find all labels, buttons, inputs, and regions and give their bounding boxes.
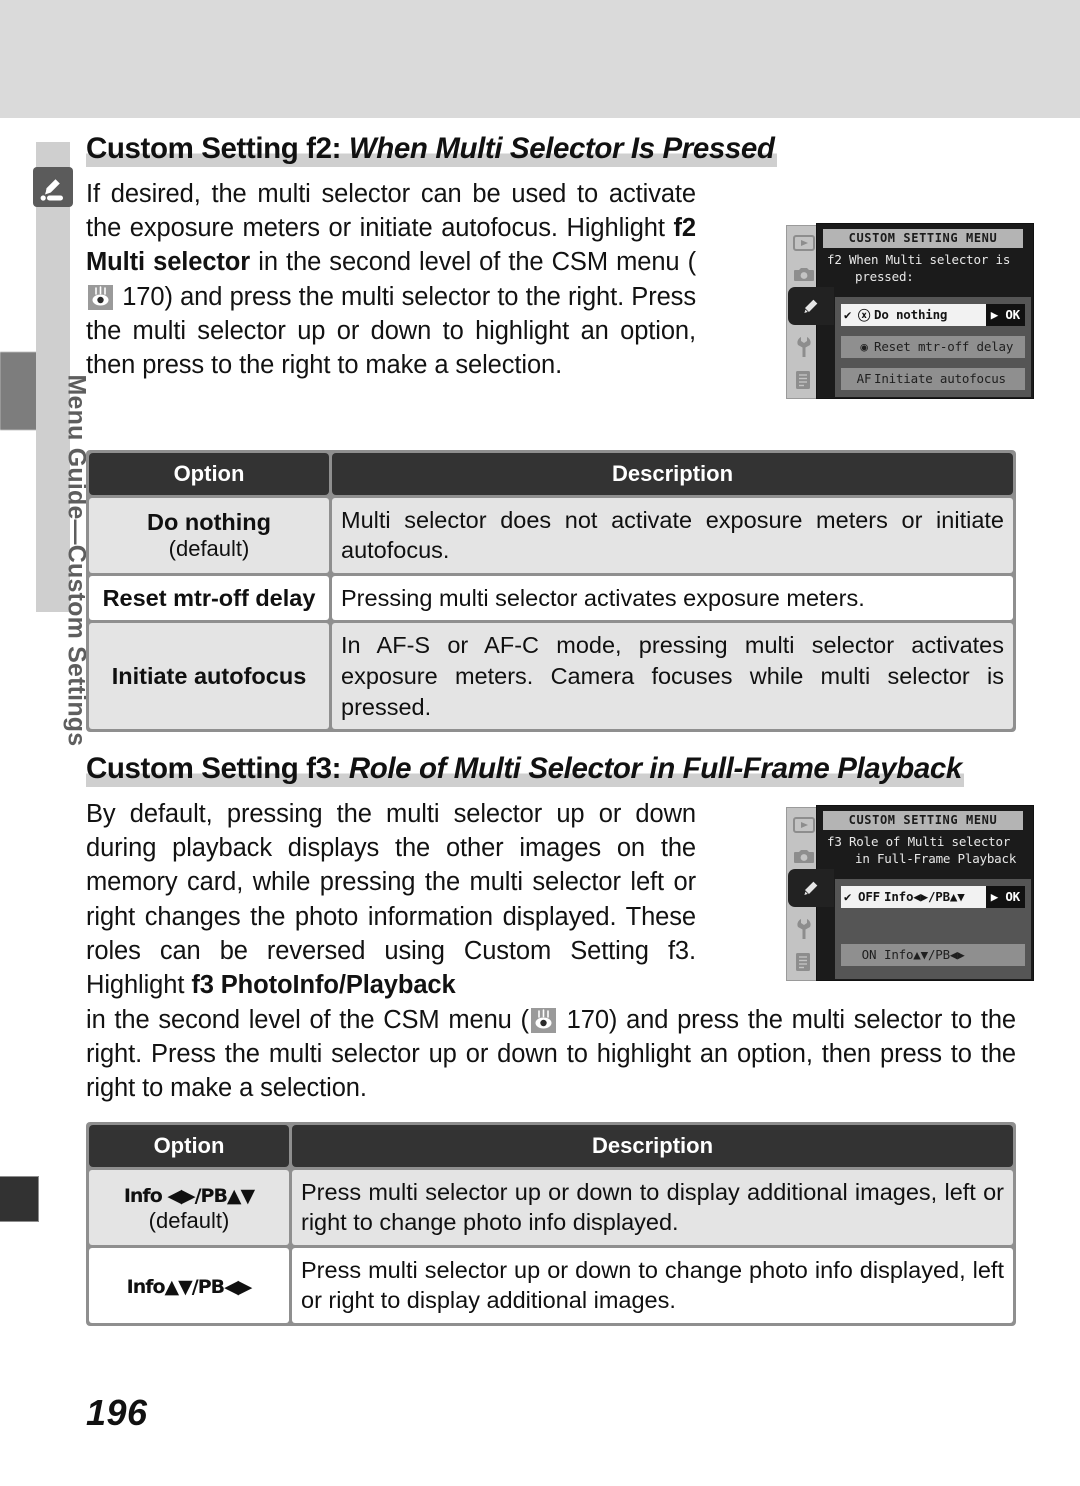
lcd-options-panel-f2: ✔ ⓧ Do nothing ▶ OK ◉ Reset mtr-off dela… [835,296,1031,397]
lcd-prompt-line2-f3: in Full-Frame Playback [855,850,1017,866]
lcd-prompt-f2: f2 When Multi selector is pressed: [827,251,1032,285]
lcd-ok-badge-f2[interactable]: ▶ OK [985,303,1025,326]
wrench-icon [792,918,816,940]
playback-icon [792,814,816,836]
table-header-description-f3: Description [292,1124,1013,1167]
pencil-tab-icon [33,167,73,207]
lcd-illustration-f3: CUSTOM SETTING MENU f3 Role of Multi sel… [786,804,1034,981]
lcd-check-mark-f2: ✔ [843,307,852,323]
options-table-f3: Option Description Info ◀▶/PB▲▼ (default… [86,1121,1016,1326]
option-cell-f3-0: Info ◀▶/PB▲▼ (default) [89,1169,289,1245]
option-cell-f2-0: Do nothing (default) [89,497,329,573]
lcd-option-row-initiate-autofocus[interactable]: AF Initiate autofocus [841,367,1025,390]
page-content: Custom Setting f2: When Multi Selector I… [86,132,1034,1326]
camera-icon [792,846,816,868]
table-header-row-f3: Option Description [89,1124,1013,1167]
lcd-row-label-f2-0: Do nothing [874,307,948,323]
lcd-row-glyph-f3-0: OFF [858,889,880,905]
body-paragraph-f3-top: By default, pressing the multi selector … [86,797,696,1003]
lcd-option-row-off-info[interactable]: ✔ OFF Info◀▶/PB▲▼ ▶ OK [841,885,1025,908]
lcd-row-glyph-f3-1: ON [861,947,877,963]
heading-prefix-f3: Custom Setting f3: [86,752,342,786]
option-cell-f2-1: Reset mtr-off delay [89,575,329,621]
table-row: Reset mtr-off delay Pressing multi selec… [89,575,1013,621]
option-label-f2-2: Initiate autofocus [111,662,307,689]
table-header-row-f2: Option Description [89,452,1013,495]
lcd-illustration-f2: CUSTOM SETTING MENU f2 When Multi select… [786,222,1034,399]
table-row: Initiate autofocus In AF-S or AF-C mode,… [89,623,1013,730]
lcd-row-label-f3-0: Info◀▶/PB▲▼ [884,889,965,905]
option-default-note-f2-0: (default) [168,536,250,562]
table-header-option-f2: Option [89,452,329,495]
option-label-f2-1: Reset mtr-off delay [102,584,316,611]
see-page-eye-icon [88,284,113,310]
lcd-screen-f2: CUSTOM SETTING MENU f2 When Multi select… [816,222,1034,399]
table-header-option-f3: Option [89,1124,289,1167]
description-cell-f2-0: Multi selector does not activate exposur… [332,497,1013,573]
edge-tab-marker-dark [0,1176,39,1222]
wrench-icon [792,336,816,358]
option-label-f3-0: Info ◀▶/PB▲▼ [123,1184,255,1207]
lcd-row-label-f2-2: Initiate autofocus [874,371,1006,387]
lcd-option-row-on-info[interactable]: ON Info▲▼/PB◀▶ [841,943,1025,966]
f2-body-mid: in the second level of the CSM menu ( [250,248,697,277]
lcd-option-row-reset-mtr-off-delay[interactable]: ◉ Reset mtr-off delay [841,335,1025,358]
description-cell-f2-1: Pressing multi selector activates exposu… [332,575,1013,621]
heading-italic-f2: When Multi Selector Is Pressed [348,132,775,165]
lcd-pencil-tab-selected-f3 [788,868,834,907]
left-page-margin [0,118,36,1486]
lcd-row-label-f3-1: Info▲▼/PB◀▶ [884,947,965,963]
options-table-f2: Option Description Do nothing (default) … [86,449,1016,733]
lcd-title-f3: CUSTOM SETTING MENU [823,810,1023,830]
description-cell-f3-0: Press multi selector up or down to displ… [292,1169,1013,1245]
option-label-f2-0: Do nothing [147,508,271,535]
table-row: Info ◀▶/PB▲▼ (default) Press multi selec… [89,1169,1013,1245]
edge-tab-marker-gray [0,352,38,430]
see-page-eye-icon [530,1007,556,1033]
table-row: Do nothing (default) Multi selector does… [89,497,1013,573]
lcd-prompt-line1-f2: f2 When Multi selector is [827,251,1011,267]
lcd-row-glyph-f2-2: AF [856,371,872,387]
section-heading-f2: Custom Setting f2: When Multi Selector I… [86,132,777,167]
lcd-row-glyph-f2-0: ⓧ [857,308,871,324]
option-cell-f3-1: Info▲▼/PB◀▶ [89,1247,289,1323]
list-icon [792,952,816,974]
lcd-check-mark-f3: ✔ [843,889,852,905]
heading-prefix-f2: Custom Setting f2: [86,132,342,165]
f3-body-mid: in the second level of the CSM menu ( [86,1005,529,1034]
lcd-pencil-tab-selected-f2 [788,286,834,325]
camera-icon [792,264,816,286]
page-number: 196 [86,1392,148,1433]
lcd-row-label-f2-1: Reset mtr-off delay [874,339,1014,355]
side-tab-band: Menu Guide—Custom Settings [36,142,91,746]
playback-icon [792,232,816,254]
table-header-description-f2: Description [332,452,1013,495]
lcd-prompt-line1-f3: f3 Role of Multi selector [827,833,1011,849]
f2-body-lead: If desired, the multi selector can be us… [86,179,696,243]
lcd-title-f2: CUSTOM SETTING MENU [823,228,1023,248]
lcd-option-row-do-nothing[interactable]: ✔ ⓧ Do nothing ▶ OK [841,303,1025,326]
lcd-ok-badge-f3[interactable]: ▶ OK [985,885,1025,908]
f3-body-lead: By default, pressing the multi selector … [86,799,696,1000]
body-paragraph-f2: If desired, the multi selector can be us… [86,177,696,383]
heading-italic-f3: Role of Multi Selector in Full-Frame Pla… [348,752,963,786]
lcd-options-panel-f3: ✔ OFF Info◀▶/PB▲▼ ▶ OK ON Info▲▼/PB◀▶ [835,878,1031,979]
list-icon [792,370,816,392]
option-default-note-f3-0: (default) [148,1208,230,1234]
option-label-f3-1: Info▲▼/PB◀▶ [126,1275,253,1298]
description-cell-f3-1: Press multi selector up or down to chang… [292,1247,1013,1323]
scan-top-band [0,0,1080,118]
table-row: Info▲▼/PB◀▶ Press multi selector up or d… [89,1247,1013,1323]
f3-body-bold: f3 PhotoInfo/Playback [191,971,456,1000]
lcd-row-glyph-f2-1: ◉ [860,339,868,355]
section-heading-f3: Custom Setting f3: Role of Multi Selecto… [86,752,964,787]
lcd-prompt-f3: f3 Role of Multi selector in Full-Frame … [827,833,1032,867]
body-paragraph-f3-bottom: in the second level of the CSM menu ( 17… [86,1003,1016,1106]
option-cell-f2-2: Initiate autofocus [89,623,329,730]
lcd-prompt-line2-f2: pressed: [855,268,914,284]
lcd-screen-f3: CUSTOM SETTING MENU f3 Role of Multi sel… [816,804,1034,981]
f2-body-tail: 170) and press the multi selector to the… [86,282,696,380]
description-cell-f2-2: In AF-S or AF-C mode, pressing multi sel… [332,623,1013,730]
